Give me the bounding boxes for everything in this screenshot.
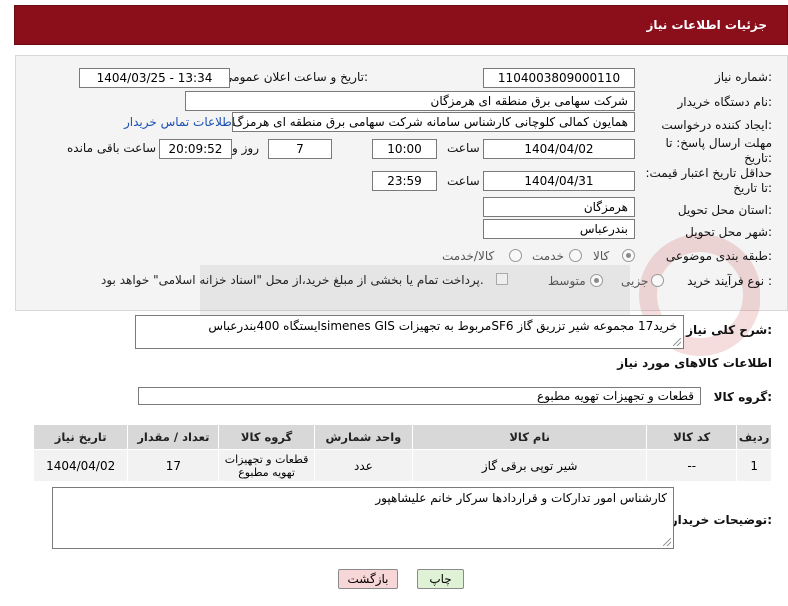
col-goods-code: کد کالا <box>646 424 738 450</box>
page-title: جزئیات اطلاعات نیاز <box>646 18 767 32</box>
category-label: طبقه بندی موضوعی: <box>665 249 772 263</box>
col-goods-name: نام کالا <box>412 424 648 450</box>
reply-deadline-label: مهلت ارسال پاسخ: تا تاریخ: <box>665 136 772 165</box>
city-label: شهر محل تحویل: <box>685 225 772 239</box>
goods-group-label: گروه کالا: <box>713 390 772 404</box>
category-option-goods-service: کالا/خدمت <box>442 249 495 263</box>
need-description-field: خرید17 مجموعه شیر تزریق گاز SF6مربوط به … <box>135 315 684 349</box>
requester-label: ایجاد کننده درخواست: <box>661 118 772 132</box>
announce-datetime-field: 1404/03/25 - 13:34 <box>79 68 230 88</box>
price-validity-label: حداقل تاریخ اعتبار قیمت: تا تاریخ: <box>645 166 772 195</box>
goods-group-field: قطعات و تجهیزات تهویه مطبوع <box>138 387 701 405</box>
goods-table-header: ردیف کد کالا نام کالا واحد شمارش گروه کا… <box>32 424 772 450</box>
resize-grip-icon[interactable] <box>663 538 671 546</box>
buyer-notes-text: کارشناس امور تدارکات و قراردادها سرکار خ… <box>375 491 667 505</box>
need-number-field: 1104003809000110 <box>483 68 635 88</box>
cell-goods-name: شیر توپی برقی گاز <box>412 449 648 482</box>
announce-datetime-label: تاریخ و ساعت اعلان عمومی: <box>223 70 368 84</box>
cell-need-date: 1404/04/02 <box>32 449 129 482</box>
category-option-goods: کالا <box>593 249 610 263</box>
cell-unit: عدد <box>313 449 414 482</box>
goods-info-heading: اطلاعات کالاهای مورد نیاز <box>617 356 772 370</box>
table-row: 1 -- شیر توپی برقی گاز عدد قطعات و تجهیز… <box>32 449 772 482</box>
purchase-type-label: نوع فرآیند خرید : <box>687 274 772 288</box>
col-goods-group: گروه کالا <box>218 424 315 450</box>
buyer-notes-label: توضیحات خریدار: <box>670 513 772 527</box>
treasury-payment-checkbox[interactable] <box>496 273 508 285</box>
category-radio-goods-service[interactable] <box>509 249 522 262</box>
day-and-label: روز و <box>232 141 259 155</box>
city-field: بندرعباس <box>483 219 635 239</box>
price-hour-label: ساعت <box>447 174 480 188</box>
reply-time-field: 10:00 <box>372 139 437 159</box>
need-description-text: خرید17 مجموعه شیر تزریق گاز SF6مربوط به … <box>208 319 677 333</box>
days-remaining-field: 7 <box>268 139 332 159</box>
requester-field: همایون کمالی کلوچانی کارشناس سامانه شرکت… <box>232 112 635 132</box>
cell-quantity: 17 <box>127 449 220 482</box>
purchase-option-medium: متوسط <box>548 274 586 288</box>
buyer-contact-link[interactable]: اطلاعات تماس خریدار <box>124 115 235 129</box>
category-radio-goods[interactable] <box>622 249 635 262</box>
time-remaining-field: 20:09:52 <box>159 139 232 159</box>
cell-goods-code: -- <box>646 449 738 482</box>
need-number-label: شماره نیاز: <box>714 70 772 84</box>
hours-remaining-label: ساعت باقی مانده <box>67 141 157 155</box>
province-field: هرمزگان <box>483 197 635 217</box>
resize-grip-icon[interactable] <box>673 338 681 346</box>
price-date-field: 1404/04/31 <box>483 171 635 191</box>
category-radio-service[interactable] <box>569 249 582 262</box>
cell-goods-group: قطعات و تجهیزات تهویه مطبوع <box>218 449 315 482</box>
province-label: استان محل تحویل: <box>677 203 772 217</box>
col-row-number: ردیف <box>736 424 772 450</box>
reply-hour-label: ساعت <box>447 141 480 155</box>
goods-table: ردیف کد کالا نام کالا واحد شمارش گروه کا… <box>32 424 772 482</box>
col-quantity: تعداد / مقدار <box>127 424 220 450</box>
page-header: جزئیات اطلاعات نیاز <box>14 5 788 45</box>
need-description-label: شرح کلی نیاز: <box>686 323 772 337</box>
cell-row-number: 1 <box>736 449 772 482</box>
treasury-payment-note: پرداخت تمام یا بخشی از مبلغ خرید،از محل … <box>101 273 484 287</box>
category-option-service: خدمت <box>532 249 564 263</box>
purchase-radio-minor[interactable] <box>651 274 664 287</box>
reply-date-field: 1404/04/02 <box>483 139 635 159</box>
purchase-option-minor: جزیی <box>621 274 649 288</box>
buyer-notes-field: کارشناس امور تدارکات و قراردادها سرکار خ… <box>52 487 674 549</box>
price-time-field: 23:59 <box>372 171 437 191</box>
col-need-date: تاریخ نیاز <box>32 424 129 450</box>
buyer-org-field: شرکت سهامی برق منطقه ای هرمزگان <box>185 91 635 111</box>
col-unit: واحد شمارش <box>313 424 414 450</box>
buyer-org-label: نام دستگاه خریدار: <box>677 95 773 109</box>
back-button[interactable]: بازگشت <box>338 569 398 589</box>
purchase-radio-medium[interactable] <box>590 274 603 287</box>
print-button[interactable]: چاپ <box>417 569 464 589</box>
